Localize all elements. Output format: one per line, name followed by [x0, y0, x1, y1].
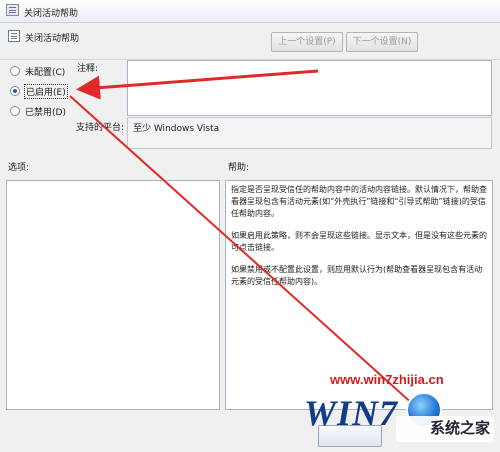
- supported-platform-field[interactable]: 至少 Windows Vista: [127, 117, 492, 149]
- comment-label: 注释:: [77, 64, 99, 74]
- window-title: 关闭活动帮助: [24, 9, 79, 19]
- comment-textarea[interactable]: [127, 60, 492, 116]
- policy-name: 关闭活动帮助: [25, 34, 80, 44]
- previous-setting-button[interactable]: 上一个设置(P): [271, 32, 343, 52]
- radio-not-configured[interactable]: 未配置(C): [10, 65, 120, 79]
- radio-enabled[interactable]: 已启用(E): [10, 84, 120, 99]
- help-paragraph: 指定是否呈现受信任的帮助内容中的活动内容链接。默认情况下，帮助查看器呈现包含有活…: [231, 185, 487, 218]
- options-panel[interactable]: [6, 180, 220, 410]
- help-label: 帮助:: [228, 163, 250, 173]
- radio-not-configured-indicator[interactable]: [10, 66, 20, 76]
- options-label: 选项:: [8, 163, 30, 173]
- policy-window-icon: [6, 4, 19, 16]
- supported-platform-label: 支持的平台:: [76, 123, 125, 133]
- watermark-site-name: 系统之家: [396, 416, 494, 442]
- radio-enabled-indicator[interactable]: [10, 86, 20, 96]
- ok-button[interactable]: [318, 425, 382, 447]
- title-bar: 关闭活动帮助: [0, 0, 500, 23]
- radio-enabled-label: 已启用(E): [24, 84, 68, 99]
- next-setting-button[interactable]: 下一个设置(N): [346, 32, 418, 52]
- policy-setting-icon: [8, 30, 20, 42]
- radio-disabled-indicator[interactable]: [10, 106, 20, 116]
- radio-disabled-label: 已禁用(D): [25, 108, 66, 118]
- help-paragraph: 如果禁用或不配置此设置，则应用默认行为(帮助查看器呈现包含有活动元素的受信任帮助…: [231, 265, 483, 286]
- help-panel[interactable]: 指定是否呈现受信任的帮助内容中的活动内容链接。默认情况下，帮助查看器呈现包含有活…: [225, 180, 493, 410]
- help-paragraph: 如果启用此策略，则不会呈现这些链接。显示文本，但是没有这些元素的可点击链接。: [231, 231, 487, 252]
- radio-disabled[interactable]: 已禁用(D): [10, 105, 120, 119]
- radio-not-configured-label: 未配置(C): [25, 68, 66, 78]
